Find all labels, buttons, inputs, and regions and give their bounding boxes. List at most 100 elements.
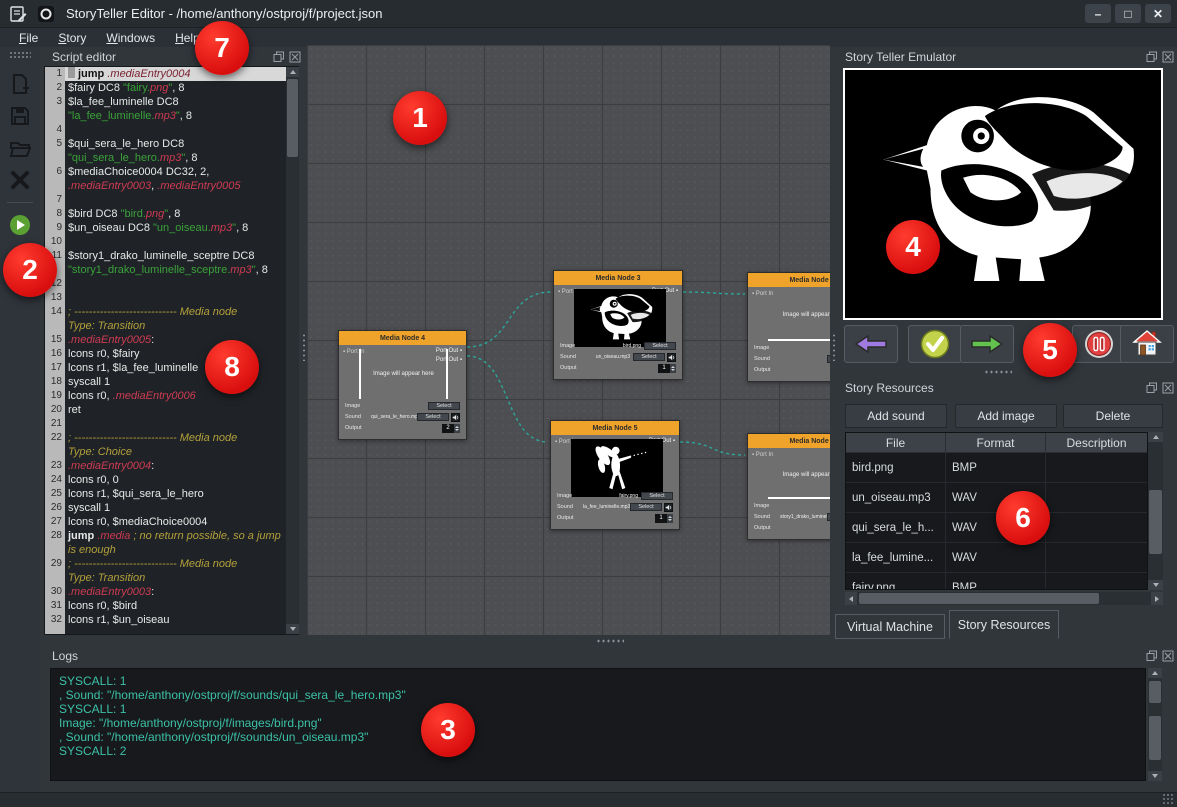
column-header-format[interactable]: Format	[946, 433, 1046, 453]
script-editor-dock-icons[interactable]	[273, 51, 301, 63]
code-line[interactable]: 12	[45, 277, 298, 291]
code-line[interactable]: 23.mediaEntry0004:	[45, 459, 298, 473]
code-line[interactable]: 17lcons r1, $la_fee_luminelle	[45, 361, 298, 375]
tab-story-resources[interactable]: Story Resources	[949, 610, 1059, 639]
code-line[interactable]: 26syscall 1	[45, 501, 298, 515]
editor-scrollbar[interactable]	[286, 67, 299, 634]
media-node[interactable]: Media Node 4▪ Port InPort Out ▪Port Out …	[338, 330, 467, 440]
code-line[interactable]: 15.mediaEntry0005:	[45, 333, 298, 347]
media-node[interactable]: Media Node 5▪ Port InPort Out ▪Imagefair…	[550, 420, 680, 530]
home-button[interactable]	[1120, 325, 1174, 363]
pause-button[interactable]	[1072, 325, 1126, 363]
code-line[interactable]: 6$mediaChoice0004 DC32, 2, .mediaEntry00…	[45, 165, 298, 193]
logs-dock-icons[interactable]	[1146, 650, 1174, 662]
code-line[interactable]: 27lcons r0, $mediaChoice0004	[45, 515, 298, 529]
menu-file[interactable]: File	[10, 30, 47, 46]
sound-select-button[interactable]: Select	[633, 353, 665, 361]
log-output[interactable]: SYSCALL: 1, Sound: "/home/anthony/ostpro…	[50, 668, 1146, 781]
image-select-button[interactable]: Select	[641, 492, 673, 500]
code-line[interactable]: 7	[45, 193, 298, 207]
minimize-button[interactable]: –	[1085, 4, 1111, 23]
emulator-dock-icons[interactable]	[1146, 51, 1174, 63]
code-line[interactable]: 11$story1_drako_luminelle_sceptre DC8 "s…	[45, 249, 298, 277]
code-line[interactable]: 4	[45, 123, 298, 137]
code-line[interactable]: 8$bird DC8 "bird.png", 8	[45, 207, 298, 221]
menu-windows[interactable]: Windows	[97, 30, 164, 46]
resources-dock-icons[interactable]	[1146, 382, 1174, 394]
node-graph-canvas[interactable]: Media Node 4▪ Port InPort Out ▪Port Out …	[307, 45, 830, 635]
tab-virtual-machine[interactable]: Virtual Machine	[835, 614, 945, 639]
code-line[interactable]: 32lcons r1, $un_oiseau	[45, 613, 298, 627]
close-project-icon[interactable]	[0, 164, 40, 196]
node-title-bar[interactable]: Media Node 5	[551, 421, 679, 435]
sound-select-button[interactable]: Select	[630, 503, 662, 511]
image-select-button[interactable]: Select	[428, 402, 460, 410]
delete-button[interactable]: Delete	[1063, 404, 1163, 428]
code-line[interactable]: 29; ---------------------------- Media n…	[45, 557, 298, 585]
save-icon[interactable]	[0, 100, 40, 132]
splitter-left[interactable]	[301, 333, 307, 361]
previous-button[interactable]	[844, 325, 898, 363]
image-select-button[interactable]: Select	[644, 342, 676, 350]
title-bar[interactable]: StoryTeller Editor - /home/anthony/ostpr…	[0, 0, 1177, 28]
sound-select-button[interactable]: Select	[827, 513, 830, 521]
sound-select-button[interactable]: Select	[417, 413, 449, 421]
maximize-button[interactable]: □	[1115, 4, 1141, 23]
script-editor[interactable]: 1jump .mediaEntry00042$fairy DC8 "fairy.…	[44, 66, 299, 635]
resize-grip[interactable]	[1162, 793, 1174, 805]
table-row[interactable]: fairy.pngBMP	[846, 573, 1147, 590]
code-line[interactable]: 28jump .media ; no return possible, so a…	[45, 529, 298, 557]
code-line[interactable]: 14; ---------------------------- Media n…	[45, 305, 298, 333]
splitter-bottom[interactable]	[596, 638, 624, 644]
table-row[interactable]: bird.pngBMP	[846, 453, 1147, 483]
code-line[interactable]: 3$la_fee_luminelle DC8 "la_fee_luminelle…	[45, 95, 298, 123]
media-node[interactable]: Media Node 6▪ Port InPort Out ▪Image wil…	[747, 433, 830, 540]
next-button[interactable]	[960, 325, 1014, 363]
code-line[interactable]: 22; ---------------------------- Media n…	[45, 431, 298, 459]
menu-story[interactable]: Story	[49, 30, 95, 46]
code-line[interactable]: 24lcons r0, 0	[45, 473, 298, 487]
resources-table-vscrollbar[interactable]	[1148, 432, 1163, 590]
output-spinner[interactable]: 1	[655, 514, 673, 523]
add-image-button[interactable]: Add image	[955, 404, 1057, 428]
speaker-icon[interactable]	[664, 503, 673, 512]
column-header-file[interactable]: File	[846, 433, 946, 453]
code-line[interactable]: 31lcons r0, $bird	[45, 599, 298, 613]
code-line[interactable]: 25lcons r1, $qui_sera_le_hero	[45, 487, 298, 501]
code-line[interactable]: 30.mediaEntry0003:	[45, 585, 298, 599]
splitter-right[interactable]	[831, 333, 837, 361]
add-sound-button[interactable]: Add sound	[845, 404, 947, 428]
code-line[interactable]: 20ret	[45, 403, 298, 417]
node-title-bar[interactable]: Media Node 2	[748, 273, 830, 287]
logs-scrollbar[interactable]	[1148, 668, 1162, 781]
code-line[interactable]: 13	[45, 291, 298, 305]
resources-table-hscrollbar[interactable]	[845, 592, 1163, 605]
sound-select-button[interactable]: Select	[827, 355, 830, 363]
node-title-bar[interactable]: Media Node 3	[554, 271, 682, 285]
code-line[interactable]: 1jump .mediaEntry0004	[45, 67, 298, 81]
code-line[interactable]: 5$qui_sera_le_hero DC8 "qui_sera_le_hero…	[45, 137, 298, 165]
code-line[interactable]: 18syscall 1	[45, 375, 298, 389]
code-line[interactable]: 19lcons r0, .mediaEntry0006	[45, 389, 298, 403]
code-line[interactable]: 16lcons r0, $fairy	[45, 347, 298, 361]
code-line[interactable]: 9$un_oiseau DC8 "un_oiseau.mp3", 8	[45, 221, 298, 235]
close-button[interactable]: ✕	[1145, 4, 1171, 23]
open-folder-icon[interactable]	[0, 132, 40, 164]
node-title-bar[interactable]: Media Node 4	[339, 331, 466, 345]
new-file-icon[interactable]	[0, 68, 40, 100]
table-row[interactable]: la_fee_lumine...WAV	[846, 543, 1147, 573]
media-node[interactable]: Media Node 2▪ Port InPort Out ▪Image wil…	[747, 272, 830, 382]
code-line[interactable]: 10	[45, 235, 298, 249]
node-title-bar[interactable]: Media Node 6	[748, 434, 830, 448]
code-line[interactable]: 21	[45, 417, 298, 431]
output-spinner[interactable]: 2	[442, 424, 460, 433]
splitter-emulator[interactable]	[984, 369, 1012, 375]
ok-button[interactable]	[908, 325, 962, 363]
media-node[interactable]: Media Node 3▪ Port InPort Out ▪ Imagebir…	[553, 270, 683, 380]
run-icon[interactable]	[0, 209, 40, 241]
speaker-icon[interactable]	[451, 413, 460, 422]
code-line[interactable]: 2$fairy DC8 "fairy.png", 8	[45, 81, 298, 95]
speaker-icon[interactable]	[667, 353, 676, 362]
output-spinner[interactable]: 1	[658, 364, 676, 373]
toolbar-drag-handle[interactable]	[9, 51, 31, 58]
